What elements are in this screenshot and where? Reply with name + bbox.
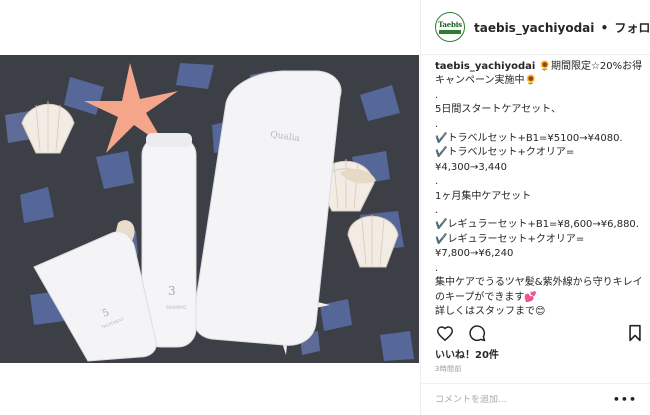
avatar-logo-bar [439, 29, 461, 34]
action-bar [435, 322, 645, 344]
bottle-middle-sub: SHAMPOO [166, 305, 186, 310]
avatar-logo-text: Taebis [438, 19, 462, 29]
post-photo[interactable]: Qualia 3 SHAMPOO 5 TREATMENT [0, 55, 419, 363]
header-separator: • [600, 20, 609, 35]
more-options-icon[interactable]: ••• [613, 393, 637, 406]
header-text: taebis_yachiyodai • フォロー中 [474, 19, 650, 36]
comment-input[interactable] [435, 394, 613, 405]
following-button[interactable]: フォロー中 [614, 21, 650, 35]
comment-icon[interactable] [467, 323, 487, 343]
username-link[interactable]: taebis_yachiyodai [474, 21, 594, 35]
post-timestamp[interactable]: 3時間前 [435, 364, 462, 374]
post-photo-image: Qualia 3 SHAMPOO 5 TREATMENT [0, 55, 419, 363]
avatar[interactable]: Taebis [435, 12, 465, 42]
post-side-panel: Taebis taebis_yachiyodai • フォロー中 taebis_… [420, 0, 650, 415]
bottle-middle-number: 3 [168, 284, 176, 298]
likes-count[interactable]: いいね！20件 [435, 346, 499, 361]
heart-icon[interactable] [435, 323, 455, 343]
bookmark-icon[interactable] [625, 323, 645, 343]
comment-bar: ••• [421, 383, 650, 415]
caption-username-link[interactable]: taebis_yachiyodai [435, 61, 535, 72]
caption-text: 🌻期間限定☆20%お得キャンペーン実施中🌻 . 5日間スタートケアセット、 . … [435, 61, 643, 322]
post-header: Taebis taebis_yachiyodai • フォロー中 [421, 0, 650, 55]
post-caption: taebis_yachiyodai 🌻期間限定☆20%お得キャンペーン実施中🌻 … [435, 60, 647, 322]
